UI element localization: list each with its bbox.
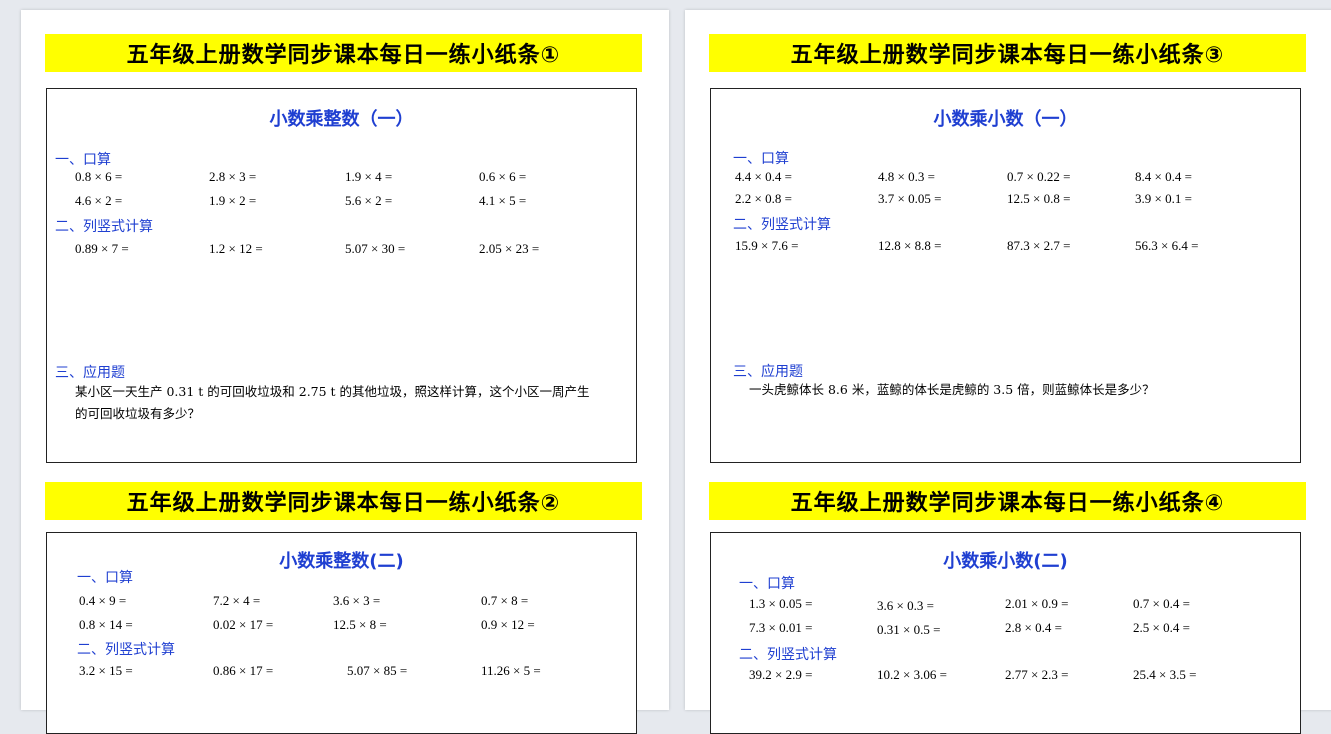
word-problem-line: 的可回收垃圾有多少？ <box>75 406 201 421</box>
problem: 4.1 × 5 = <box>479 193 527 208</box>
problem: 0.7 × 0.22 = <box>1007 169 1071 184</box>
problem: 2.8 × 3 = <box>209 169 257 184</box>
card2-oral-heading: 一、口算 <box>77 570 133 586</box>
problem: 0.8 × 14 = <box>79 617 133 632</box>
problem: 2.01 × 0.9 = <box>1005 596 1069 611</box>
card4-vertical-heading: 二、列竖式计算 <box>739 647 837 663</box>
problem: 15.9 × 7.6 = <box>735 238 799 253</box>
problem: 5.07 × 85 = <box>347 663 408 678</box>
problem: 4.4 × 0.4 = <box>735 169 792 184</box>
problem: 0.02 × 17 = <box>213 617 274 632</box>
word-problem-line: 某小区一天生产 0.31 t 的可回收垃圾和 2.75 t 的其他垃圾，照这样计… <box>75 384 590 399</box>
problem: 2.8 × 0.4 = <box>1005 620 1062 635</box>
problem: 3.7 × 0.05 = <box>878 191 942 206</box>
problem: 2.05 × 23 = <box>479 241 540 256</box>
problem: 1.3 × 0.05 = <box>749 596 813 611</box>
problem: 87.3 × 2.7 = <box>1007 238 1071 253</box>
problem: 5.6 × 2 = <box>345 193 393 208</box>
problem: 12.8 × 8.8 = <box>878 238 942 253</box>
problem: 0.4 × 9 = <box>79 593 127 608</box>
problem: 0.9 × 12 = <box>481 617 535 632</box>
problem: 0.7 × 8 = <box>481 593 529 608</box>
card2-title: 小数乘整数(二) <box>279 551 404 572</box>
page-left: 五年级上册数学同步课本每日一练小纸条① 小数乘整数（一） 一、口算 0.8 × … <box>21 10 669 734</box>
problem: 1.2 × 12 = <box>209 241 263 256</box>
problem: 3.2 × 15 = <box>79 663 133 678</box>
card1-banner: 五年级上册数学同步课本每日一练小纸条① <box>45 34 642 72</box>
problem: 12.5 × 0.8 = <box>1007 191 1071 206</box>
card2-vertical-heading: 二、列竖式计算 <box>77 642 175 658</box>
card3-oral-heading: 一、口算 <box>733 151 789 167</box>
problem: 0.8 × 6 = <box>75 169 123 184</box>
problem: 0.6 × 6 = <box>479 169 527 184</box>
problem: 56.3 × 6.4 = <box>1135 238 1199 253</box>
problem: 3.6 × 0.3 = <box>877 598 934 613</box>
card3-word-heading: 三、应用题 <box>733 364 803 380</box>
problem: 0.31 × 0.5 = <box>877 622 941 637</box>
card1-word-heading: 三、应用题 <box>55 365 125 381</box>
problem: 2.77 × 2.3 = <box>1005 667 1069 682</box>
card4-banner: 五年级上册数学同步课本每日一练小纸条④ <box>709 482 1306 520</box>
problem: 1.9 × 2 = <box>209 193 257 208</box>
card3-box: 小数乘小数（一） 一、口算 4.4 × 0.4 = 4.8 × 0.3 = 0.… <box>710 88 1301 463</box>
problem: 7.3 × 0.01 = <box>749 620 813 635</box>
page-right: 五年级上册数学同步课本每日一练小纸条③ 小数乘小数（一） 一、口算 4.4 × … <box>685 10 1331 734</box>
problem: 4.8 × 0.3 = <box>878 169 935 184</box>
card4-oral-heading: 一、口算 <box>739 576 795 592</box>
card4-title: 小数乘小数(二) <box>943 551 1068 572</box>
problem: 7.2 × 4 = <box>213 593 261 608</box>
card1-box: 小数乘整数（一） 一、口算 0.8 × 6 = 2.8 × 3 = 1.9 × … <box>46 88 637 463</box>
card3-title: 小数乘小数（一） <box>933 109 1078 130</box>
card3-banner: 五年级上册数学同步课本每日一练小纸条③ <box>709 34 1306 72</box>
problem: 0.86 × 17 = <box>213 663 274 678</box>
card2-banner: 五年级上册数学同步课本每日一练小纸条② <box>45 482 642 520</box>
problem: 5.07 × 30 = <box>345 241 406 256</box>
problem: 2.2 × 0.8 = <box>735 191 792 206</box>
problem: 0.7 × 0.4 = <box>1133 596 1190 611</box>
word-problem-line: 一头虎鲸体长 8.6 米，蓝鲸的体长是虎鲸的 3.5 倍，则蓝鲸体长是多少？ <box>749 382 1155 397</box>
problem: 4.6 × 2 = <box>75 193 123 208</box>
card3-vertical-heading: 二、列竖式计算 <box>733 217 831 233</box>
problem: 0.89 × 7 = <box>75 241 129 256</box>
card2-box: 小数乘整数(二) 一、口算 0.4 × 9 = 7.2 × 4 = 3.6 × … <box>46 532 637 734</box>
card1-title: 小数乘整数（一） <box>269 109 414 130</box>
problem: 3.9 × 0.1 = <box>1135 191 1192 206</box>
problem: 10.2 × 3.06 = <box>877 667 947 682</box>
problem: 8.4 × 0.4 = <box>1135 169 1192 184</box>
problem: 1.9 × 4 = <box>345 169 393 184</box>
card1-vertical-heading: 二、列竖式计算 <box>55 219 153 235</box>
card1-oral-heading: 一、口算 <box>55 152 111 168</box>
problem: 39.2 × 2.9 = <box>749 667 813 682</box>
problem: 25.4 × 3.5 = <box>1133 667 1197 682</box>
problem: 11.26 × 5 = <box>481 663 541 678</box>
card4-box: 小数乘小数(二) 一、口算 1.3 × 0.05 = 3.6 × 0.3 = 2… <box>710 532 1301 734</box>
problem: 2.5 × 0.4 = <box>1133 620 1190 635</box>
problem: 3.6 × 3 = <box>333 593 381 608</box>
problem: 12.5 × 8 = <box>333 617 387 632</box>
